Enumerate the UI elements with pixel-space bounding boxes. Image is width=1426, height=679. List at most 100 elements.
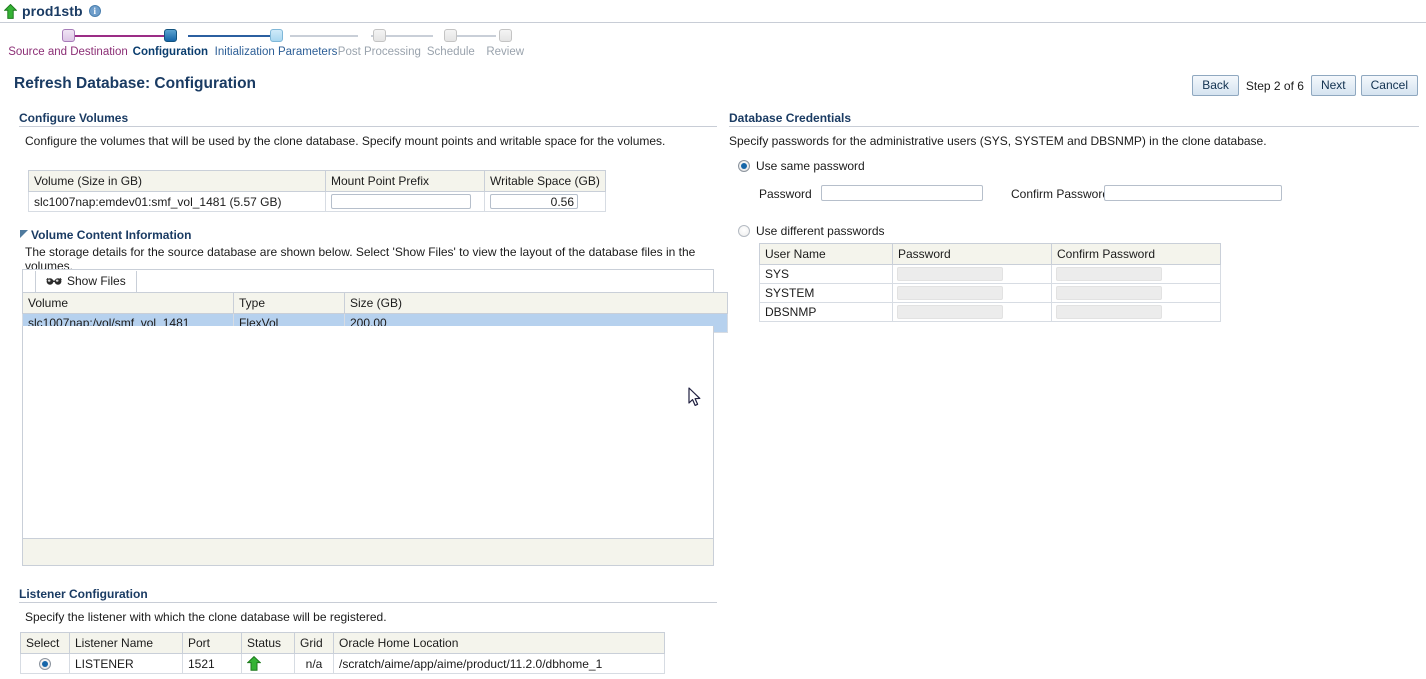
password-input[interactable]: [821, 185, 983, 201]
train-step-post-processing: Post Processing: [337, 28, 421, 58]
page-title: prod1stb: [22, 3, 83, 19]
use-same-password-radio[interactable]: [738, 160, 750, 172]
column-header-volume-size: Volume (Size in GB): [28, 170, 326, 192]
cell-mount-point-prefix: [325, 191, 485, 212]
cell-oracle-home-location: /scratch/aime/app/aime/product/11.2.0/db…: [333, 653, 665, 674]
train-label-post-processing: Post Processing: [337, 46, 421, 58]
train-label-source-and-destination: Source and Destination: [8, 46, 128, 58]
info-icon[interactable]: i: [88, 5, 101, 17]
listener-configuration-header: Listener Configuration: [19, 587, 148, 601]
configure-volumes-header: Configure Volumes: [19, 111, 129, 125]
column-header-password: Password: [892, 243, 1052, 265]
column-header-mount-point-prefix: Mount Point Prefix: [325, 170, 485, 192]
table-row: slc1007nap:emdev01:smf_vol_1481 (5.57 GB…: [28, 191, 606, 212]
train-node-configuration: [163, 29, 177, 42]
table-row: SYSTEM: [759, 283, 1221, 303]
column-header-select: Select: [20, 632, 70, 654]
step-indicator-text: Step 2 of 6: [1245, 78, 1304, 93]
train-label-review: Review: [486, 46, 525, 58]
train-connector-2: [188, 35, 276, 37]
cell-user-name: SYS: [759, 264, 893, 284]
train-step-review: Review: [480, 28, 530, 58]
train-label-configuration: Configuration: [132, 46, 209, 58]
train-step-initialization-parameters[interactable]: Initialization Parameters: [214, 28, 338, 58]
dbsnmp-confirm-password-input: [1056, 305, 1162, 319]
mount-point-prefix-input[interactable]: [331, 194, 471, 209]
cell-confirm-password: [1051, 302, 1221, 322]
configure-volumes-divider: [19, 126, 717, 127]
cell-user-name: DBSNMP: [759, 302, 893, 322]
cell-listener-name: LISTENER: [69, 653, 183, 674]
column-header-grid: Grid: [294, 632, 334, 654]
table-row: LISTENER 1521 n/a /scratch/aime/app/aime…: [20, 653, 665, 674]
use-different-passwords-label: Use different passwords: [756, 224, 885, 238]
system-password-input: [897, 286, 1003, 300]
column-header-type: Type: [233, 292, 345, 314]
column-header-listener-name: Listener Name: [69, 632, 183, 654]
cell-confirm-password: [1051, 283, 1221, 303]
confirm-password-label: Confirm Password: [1011, 187, 1110, 201]
up-arrow-icon: [4, 3, 17, 19]
title-divider: [0, 22, 1426, 23]
cell-grid: n/a: [294, 653, 334, 674]
train-node-review: [498, 29, 512, 42]
dbsnmp-password-input: [897, 305, 1003, 319]
confirm-password-input[interactable]: [1104, 185, 1282, 201]
password-label: Password: [759, 187, 812, 201]
table-header-row: User Name Password Confirm Password: [759, 243, 1221, 265]
column-header-size: Size (GB): [344, 292, 728, 314]
use-same-password-option[interactable]: Use same password: [738, 159, 865, 173]
use-same-password-label: Use same password: [756, 159, 865, 173]
next-button[interactable]: Next: [1310, 75, 1356, 96]
listener-table: Select Listener Name Port Status Grid Or…: [20, 632, 665, 674]
cell-volume-name: slc1007nap:emdev01:smf_vol_1481 (5.57 GB…: [28, 191, 326, 212]
cell-password: [892, 283, 1052, 303]
cell-password: [892, 264, 1052, 284]
toolbar-spacer: [23, 270, 36, 292]
train-connector-3: [290, 35, 358, 37]
table-row: SYS: [759, 264, 1221, 284]
cell-select: [20, 653, 70, 674]
cell-port: 1521: [182, 653, 242, 674]
cancel-button[interactable]: Cancel: [1360, 75, 1418, 96]
application-page: prod1stb i Source and Destination Config…: [0, 0, 1426, 679]
column-header-confirm-password: Confirm Password: [1051, 243, 1221, 265]
volume-content-header: Volume Content Information: [31, 228, 192, 242]
train-label-schedule: Schedule: [426, 46, 475, 58]
listener-configuration-divider: [19, 602, 717, 603]
database-credentials-divider: [729, 126, 1419, 127]
database-credentials-header: Database Credentials: [729, 111, 852, 125]
status-up-arrow-icon: [247, 656, 289, 671]
volume-content-toolbar: Show Files: [22, 269, 714, 292]
sys-confirm-password-input: [1056, 267, 1162, 281]
system-confirm-password-input: [1056, 286, 1162, 300]
train-step-source-and-destination[interactable]: Source and Destination: [8, 28, 128, 58]
show-files-label: Show Files: [67, 274, 126, 288]
volume-content-table-footer: [22, 538, 714, 566]
column-header-oracle-home-location: Oracle Home Location: [333, 632, 665, 654]
table-header-row: Volume (Size in GB) Mount Point Prefix W…: [28, 170, 606, 192]
train-node-schedule: [444, 29, 458, 42]
table-header-row: Volume Type Size (GB): [22, 292, 728, 314]
train-node-post-processing: [372, 29, 386, 42]
train-label-initialization-parameters: Initialization Parameters: [214, 46, 338, 58]
configure-volumes-table: Volume (Size in GB) Mount Point Prefix W…: [28, 170, 606, 212]
column-header-volume: Volume: [22, 292, 234, 314]
disclosure-triangle-icon[interactable]: [20, 230, 28, 238]
train-node-initialization-parameters: [269, 29, 283, 42]
volume-content-empty-area: [22, 326, 714, 538]
listener-select-radio[interactable]: [39, 658, 51, 671]
back-button[interactable]: Back: [1192, 75, 1239, 96]
column-header-port: Port: [182, 632, 242, 654]
use-different-passwords-option[interactable]: Use different passwords: [738, 224, 885, 238]
train-step-configuration[interactable]: Configuration: [126, 28, 215, 58]
writable-space-input[interactable]: [490, 194, 578, 209]
train-connector-1: [72, 35, 176, 37]
show-files-button[interactable]: Show Files: [36, 270, 137, 292]
database-credentials-description: Specify passwords for the administrative…: [729, 134, 1267, 148]
mouse-cursor-icon: [688, 387, 702, 407]
cell-confirm-password: [1051, 264, 1221, 284]
train-steps: Source and Destination Configuration Ini…: [8, 28, 530, 58]
use-different-passwords-radio[interactable]: [738, 225, 750, 237]
cell-user-name: SYSTEM: [759, 283, 893, 303]
